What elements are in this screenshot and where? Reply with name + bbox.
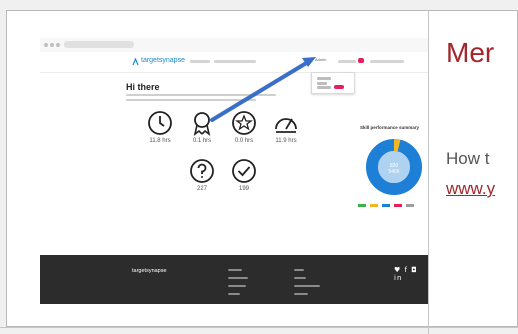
annotation-arrow	[210, 57, 316, 122]
article-title: Mer	[446, 37, 495, 68]
panel-divider	[428, 10, 429, 334]
bottom-border	[0, 327, 518, 328]
article-link[interactable]: www.y	[446, 179, 495, 199]
embedded-screenshot: targetsynapse Admin Hi there 11.8 hrs 0.…	[40, 38, 428, 304]
article-subtitle: How t	[446, 149, 490, 168]
canvas: targetsynapse Admin Hi there 11.8 hrs 0.…	[0, 0, 518, 334]
article-panel: Mer How t www.y	[429, 11, 518, 327]
